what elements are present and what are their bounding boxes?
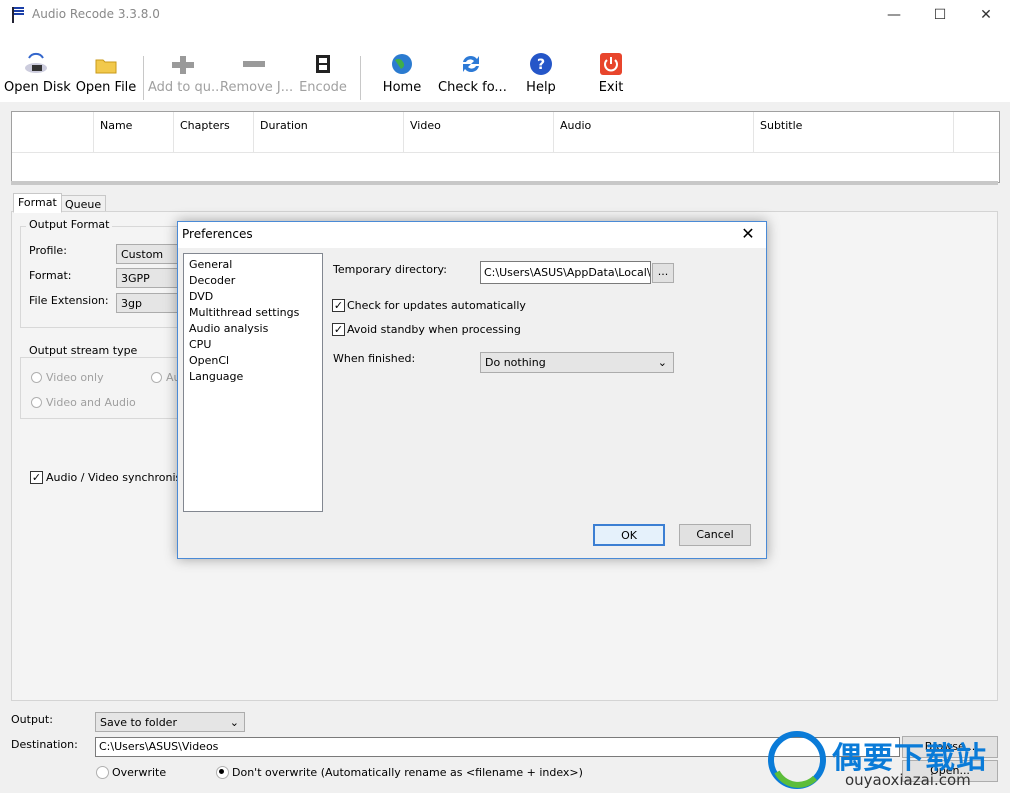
chevron-down-icon: ⌄: [229, 716, 239, 729]
profile-label: Profile:: [29, 244, 67, 257]
check-updates-button[interactable]: Check fo...: [438, 52, 507, 102]
refresh-icon: [463, 55, 479, 73]
power-icon: [600, 53, 622, 75]
check-updates-label: Check for updates automatically: [347, 299, 526, 312]
table-row-divider: [12, 152, 999, 153]
ok-button[interactable]: OK: [593, 524, 665, 546]
extension-label: File Extension:: [29, 294, 109, 307]
column-header-duration[interactable]: Duration: [254, 112, 404, 152]
category-item-cpu[interactable]: CPU: [189, 337, 317, 353]
column-header-audio[interactable]: Audio: [554, 112, 754, 152]
when-finished-value: Do nothing: [485, 356, 546, 369]
video-only-radio[interactable]: [31, 372, 42, 383]
film-icon: [316, 55, 330, 73]
dont-overwrite-radio[interactable]: [216, 766, 229, 779]
file-table[interactable]: Name Chapters Duration Video Audio Subti…: [11, 111, 1000, 183]
check-updates-checkbox[interactable]: ✓: [332, 299, 345, 312]
toolbar-separator: [360, 56, 361, 100]
category-item-multithread[interactable]: Multithread settings: [189, 305, 317, 321]
dialog-title-bar: [178, 222, 766, 248]
dialog-title: Preferences: [182, 227, 253, 241]
temp-dir-input[interactable]: C:\Users\ASUS\AppData\Local\Temp: [480, 261, 651, 284]
avoid-standby-label: Avoid standby when processing: [347, 323, 521, 336]
column-header[interactable]: [12, 112, 94, 152]
video-only-label: Video only: [46, 371, 104, 384]
when-finished-label: When finished:: [333, 352, 416, 365]
preferences-dialog: Preferences ✕ General Decoder DVD Multit…: [177, 221, 767, 559]
column-header-chapters[interactable]: Chapters: [174, 112, 254, 152]
title-bar: Audio Recode 3.3.8.0 — ☐ ✕: [0, 0, 1010, 31]
overwrite-radio[interactable]: [96, 766, 109, 779]
open-disk-button[interactable]: Open Disk: [4, 52, 71, 102]
maximize-button[interactable]: ☐: [917, 0, 963, 30]
overwrite-label: Overwrite: [112, 766, 167, 779]
when-finished-select[interactable]: Do nothing ⌄: [480, 352, 674, 373]
column-header-video[interactable]: Video: [404, 112, 554, 152]
dialog-close-button[interactable]: ✕: [736, 223, 760, 245]
close-window-button[interactable]: ✕: [963, 0, 1009, 30]
open-file-button[interactable]: Open File: [74, 52, 138, 102]
category-item-language[interactable]: Language: [189, 369, 317, 385]
help-button[interactable]: ? Help: [515, 52, 567, 102]
svg-text:?: ?: [537, 57, 545, 73]
chevron-down-icon: ⌄: [657, 356, 667, 369]
minimize-button[interactable]: —: [871, 0, 917, 30]
dont-overwrite-label: Don't overwrite (Automatically rename as…: [232, 766, 583, 779]
encode-button[interactable]: Encode: [295, 52, 351, 102]
temp-dir-label: Temporary directory:: [333, 263, 447, 276]
home-button[interactable]: Home: [375, 52, 429, 102]
cancel-button[interactable]: Cancel: [679, 524, 751, 546]
toolbar-separator: [143, 56, 144, 100]
watermark-url: ouyaoxiazai.com: [845, 771, 971, 789]
add-to-queue-button[interactable]: Add to qu...: [148, 52, 223, 102]
remove-job-button[interactable]: Remove J...: [220, 52, 293, 102]
av-sync-checkbox[interactable]: ✓: [30, 471, 43, 484]
exit-button[interactable]: Exit: [587, 52, 635, 102]
stream-type-title: Output stream type: [26, 344, 141, 357]
add-queue-icon: [172, 56, 194, 74]
output-label: Output:: [11, 713, 53, 726]
help-icon: ?: [530, 53, 552, 75]
disk-icon: [25, 52, 47, 73]
destination-label: Destination:: [11, 738, 78, 751]
video-and-audio-radio[interactable]: [31, 397, 42, 408]
category-item-opencl[interactable]: OpenCl: [189, 353, 317, 369]
column-header-name[interactable]: Name: [94, 112, 174, 152]
output-select-value: Save to folder: [100, 716, 177, 729]
audio-only-radio[interactable]: [151, 372, 162, 383]
folder-icon: [95, 59, 117, 74]
output-format-title: Output Format: [26, 218, 113, 231]
app-icon: [12, 7, 24, 23]
category-item-general[interactable]: General: [189, 257, 317, 273]
avoid-standby-checkbox[interactable]: ✓: [332, 323, 345, 336]
preferences-category-list[interactable]: General Decoder DVD Multithread settings…: [183, 253, 323, 512]
category-item-decoder[interactable]: Decoder: [189, 273, 317, 289]
stream-type-group: [20, 357, 192, 419]
video-and-audio-label: Video and Audio: [46, 396, 136, 409]
watermark-logo: [768, 731, 826, 789]
category-item-dvd[interactable]: DVD: [189, 289, 317, 305]
format-label: Format:: [29, 269, 72, 282]
tab-format[interactable]: Format: [13, 193, 62, 213]
category-item-audio-analysis[interactable]: Audio analysis: [189, 321, 317, 337]
table-scrollbar[interactable]: [11, 181, 998, 185]
temp-dir-browse-button[interactable]: ...: [652, 263, 674, 283]
remove-icon: [243, 61, 265, 67]
column-header-subtitle[interactable]: Subtitle: [754, 112, 954, 152]
output-select[interactable]: Save to folder ⌄: [95, 712, 245, 732]
globe-icon: [392, 54, 412, 74]
window-title: Audio Recode 3.3.8.0: [32, 7, 160, 21]
